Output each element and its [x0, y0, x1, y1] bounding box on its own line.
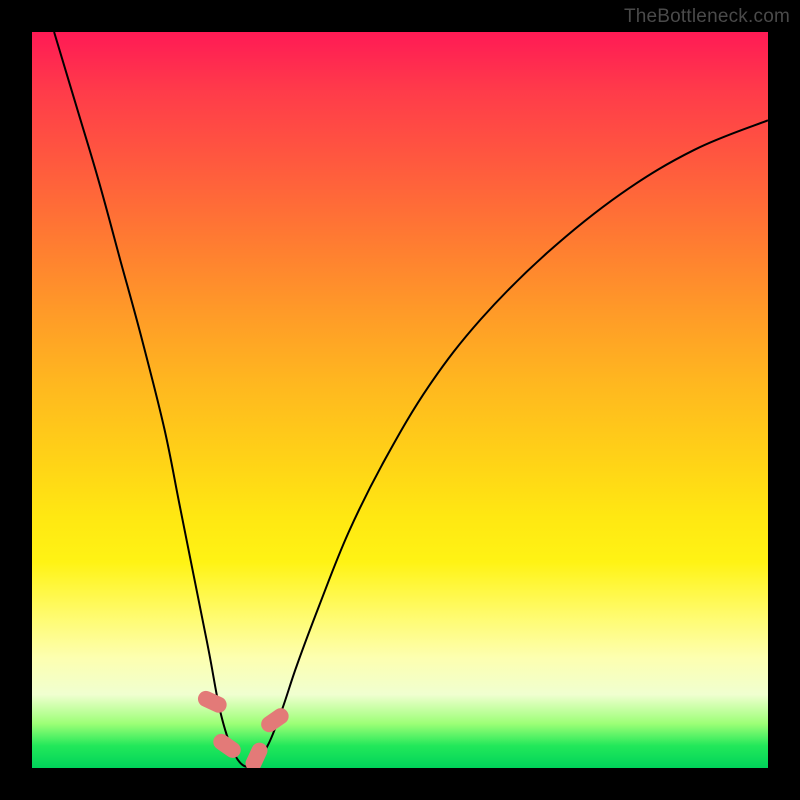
curve-marker [243, 740, 270, 768]
chart-frame: TheBottleneck.com [0, 0, 800, 800]
curve-path [54, 32, 768, 767]
plot-area [32, 32, 768, 768]
curve-markers [195, 688, 291, 768]
curve-marker [195, 688, 229, 715]
bottleneck-curve [32, 32, 768, 768]
watermark-text: TheBottleneck.com [624, 6, 790, 28]
